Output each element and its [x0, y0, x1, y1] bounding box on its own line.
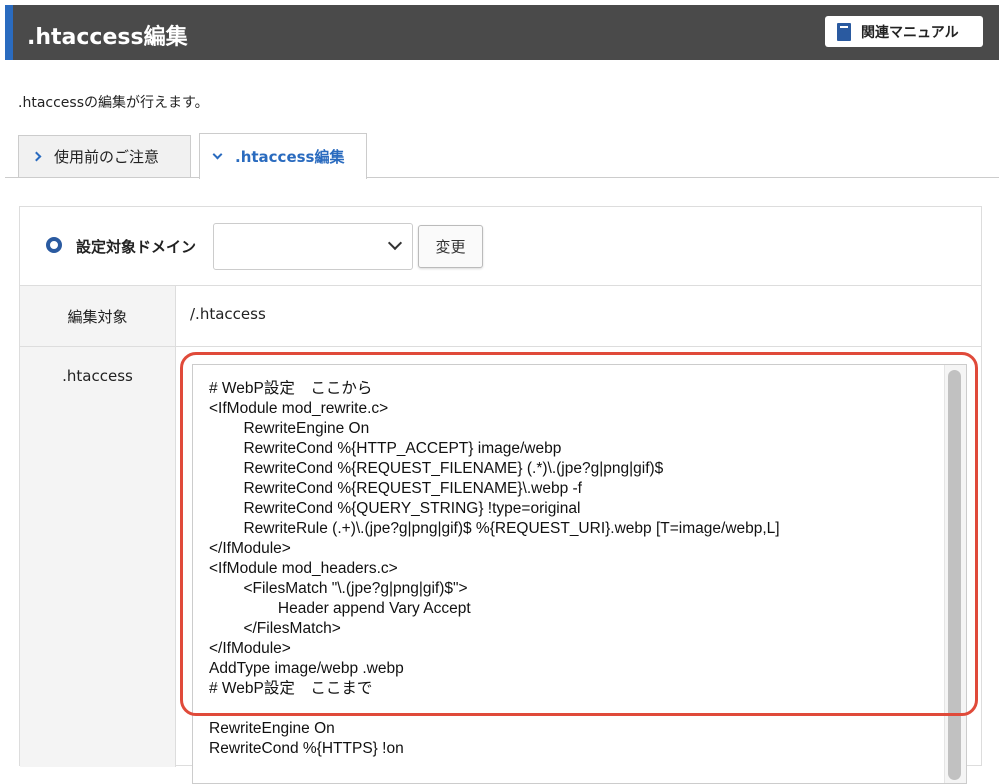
editor-scrollbar[interactable] [944, 365, 966, 783]
domain-select[interactable] [213, 223, 413, 270]
radio-icon [46, 237, 62, 253]
header-accent-bar [5, 5, 13, 60]
tab-bar: 使用前のご注意 .htaccess編集 [5, 133, 999, 179]
htaccess-content[interactable]: # WebP設定 ここから <IfModule mod_rewrite.c> R… [209, 379, 780, 759]
domain-row: 設定対象ドメイン 変更 [20, 207, 981, 286]
tab-precautions[interactable]: 使用前のご注意 [18, 135, 191, 177]
change-button[interactable]: 変更 [418, 225, 483, 268]
related-manual-label: 関連マニュアル [861, 24, 959, 41]
page-title: .htaccess編集 [27, 25, 188, 50]
tab-htaccess-edit[interactable]: .htaccess編集 [199, 133, 367, 179]
htaccess-row: .htaccess # WebP設定 ここから <IfModule mod_re… [20, 347, 981, 784]
tab-label: .htaccess編集 [235, 148, 345, 166]
chevron-right-icon [31, 151, 42, 162]
target-value: /.htaccess [190, 305, 266, 323]
edit-panel: 設定対象ドメイン 変更 編集対象 /.htaccess .htaccess # … [19, 206, 982, 784]
chevron-down-icon [387, 235, 403, 251]
chevron-down-icon [212, 149, 223, 160]
page-header: .htaccess編集 関連マニュアル [5, 5, 999, 60]
book-icon [837, 22, 851, 41]
domain-label: 設定対象ドメイン [76, 238, 197, 256]
target-label: 編集対象 [20, 286, 176, 346]
target-row: 編集対象 /.htaccess [20, 286, 981, 347]
page-description: .htaccessの編集が行えます。 [18, 95, 209, 111]
related-manual-button[interactable]: 関連マニュアル [825, 16, 983, 47]
scrollbar-thumb[interactable] [948, 370, 961, 780]
htaccess-label: .htaccess [20, 347, 176, 767]
tab-label: 使用前のご注意 [54, 148, 160, 166]
htaccess-editor[interactable]: # WebP設定 ここから <IfModule mod_rewrite.c> R… [192, 364, 967, 784]
